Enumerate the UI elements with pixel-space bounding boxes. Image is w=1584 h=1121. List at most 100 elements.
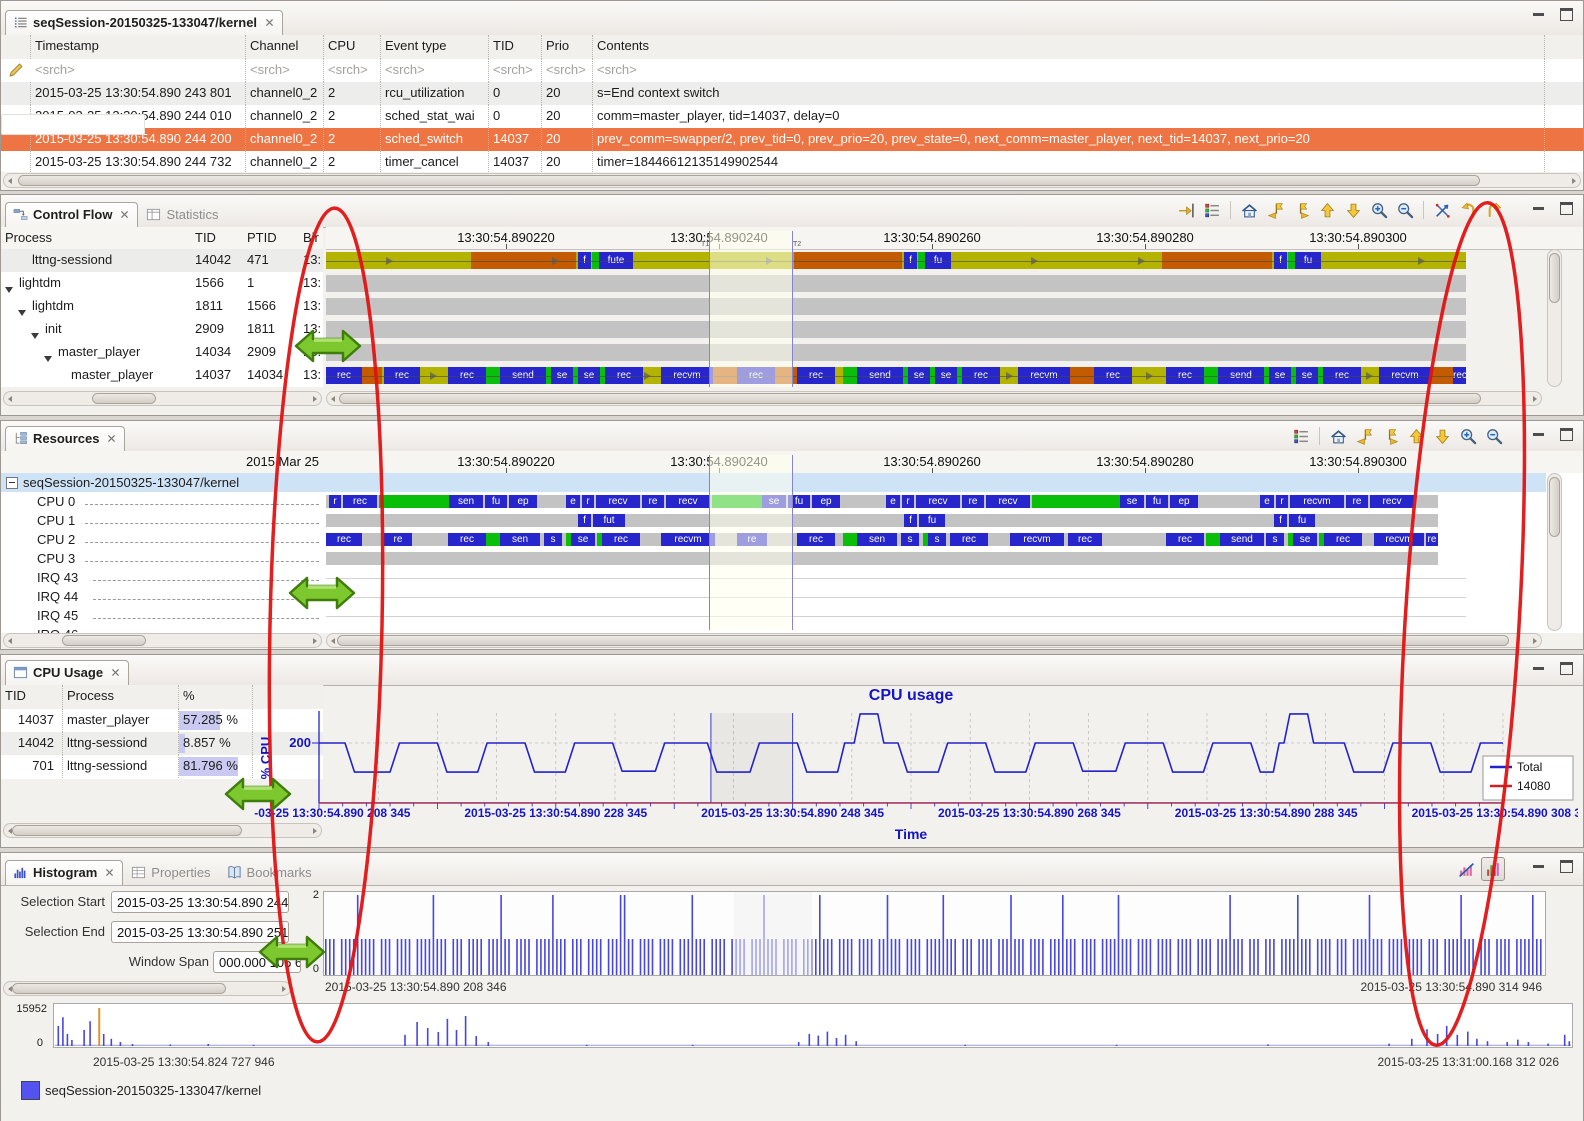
column-header[interactable]: TID xyxy=(1,685,63,709)
timeline-lane[interactable] xyxy=(326,609,1466,622)
minimize-icon[interactable] xyxy=(1533,9,1544,16)
horizontal-scrollbar[interactable] xyxy=(326,391,1542,406)
timeline-lane[interactable] xyxy=(326,590,1466,603)
horizontal-scrollbar[interactable] xyxy=(3,173,1581,188)
search-cell[interactable]: <srch> xyxy=(246,59,324,82)
horizontal-scrollbar[interactable] xyxy=(3,391,322,406)
move-down-button[interactable] xyxy=(1431,425,1453,447)
close-icon[interactable] xyxy=(106,433,117,444)
state-segment: re xyxy=(962,495,984,508)
close-icon[interactable] xyxy=(104,867,115,878)
timeline-lane[interactable]: recrerecsensserecrecvmrerecsenssrecrecvm… xyxy=(326,533,1466,546)
search-cell[interactable]: <srch> xyxy=(381,59,489,82)
state-segment: sen xyxy=(500,533,540,546)
resource-row[interactable]: IRQ 44 xyxy=(1,587,323,606)
timeline-lane[interactable] xyxy=(326,321,1466,338)
column-header[interactable]: Prio xyxy=(542,35,593,59)
search-cell[interactable]: <srch> xyxy=(542,59,593,82)
timeline-lane[interactable]: ffutffuffu xyxy=(326,514,1466,527)
column-header[interactable]: CPU xyxy=(324,35,381,59)
timeline-lane[interactable] xyxy=(326,275,1466,292)
tab-resources[interactable]: Resources xyxy=(5,426,125,451)
svg-text:Time: Time xyxy=(895,826,928,842)
resource-row[interactable]: IRQ 45 xyxy=(1,606,323,625)
timeline-lane[interactable] xyxy=(326,298,1466,315)
resource-row[interactable]: CPU 2 xyxy=(1,530,323,549)
hide-lost-events-button[interactable] xyxy=(1455,858,1477,880)
histogram-window-chart[interactable] xyxy=(323,891,1546,977)
timeline-lane[interactable]: recrecrecsendseserecrecvmrecrecsendseser… xyxy=(326,367,1466,384)
column-header[interactable]: Contents xyxy=(593,35,1545,59)
table-row[interactable]: 2015-03-25 13:30:54.890 244 010channel0_… xyxy=(1,105,1583,128)
search-cell[interactable]: <srch> xyxy=(31,59,246,82)
maximize-icon[interactable] xyxy=(1560,428,1573,441)
selection-start-input[interactable] xyxy=(111,891,289,913)
search-cell[interactable]: <srch> xyxy=(489,59,542,82)
zoom-out-button[interactable] xyxy=(1483,425,1505,447)
resource-row[interactable]: CPU 1 xyxy=(1,511,323,530)
resource-row[interactable]: IRQ 43 xyxy=(1,568,323,587)
search-cell[interactable]: <srch> xyxy=(593,59,1545,82)
resource-row[interactable]: IRQ 46 xyxy=(1,625,323,633)
column-header[interactable]: Channel xyxy=(246,35,324,59)
close-icon[interactable] xyxy=(110,667,121,678)
next-marker-button[interactable] xyxy=(1379,425,1401,447)
horizontal-scrollbar[interactable] xyxy=(3,633,322,648)
horizontal-scrollbar[interactable] xyxy=(3,981,291,996)
column-header[interactable]: Event type xyxy=(381,35,489,59)
column-header[interactable]: Timestamp xyxy=(31,35,246,59)
state-segment: f xyxy=(1274,514,1287,527)
timeline-lane[interactable]: rrecsenfueperrecvrerecvsefueperrecvrerec… xyxy=(326,495,1466,508)
histogram-full-range-chart[interactable] xyxy=(53,1003,1573,1049)
tab-properties[interactable]: Properties xyxy=(123,860,218,885)
histogram-tabstrip: Histogram Properties Bookmarks xyxy=(1,853,1583,886)
minimize-icon[interactable] xyxy=(1533,861,1544,868)
table-row[interactable]: 2015-03-25 13:30:54.890 244 200channel0_… xyxy=(1,128,1583,151)
minimize-icon[interactable] xyxy=(1533,663,1544,670)
trace-coloring-button[interactable] xyxy=(1481,857,1505,881)
show-legend-button[interactable] xyxy=(1290,425,1312,447)
collapse-icon[interactable] xyxy=(6,477,24,492)
resource-name: IRQ 43 xyxy=(37,570,78,585)
move-up-button[interactable] xyxy=(1405,425,1427,447)
zoom-in-button[interactable] xyxy=(1457,425,1479,447)
table-cell: 2015-03-25 13:30:54.890 244 732 xyxy=(31,151,246,172)
table-row[interactable]: 2015-03-25 13:30:54.890 244 732channel0_… xyxy=(1,151,1583,172)
events-view-panel: seqSession-20150325-133047/kernel Timest… xyxy=(0,0,1584,191)
previous-marker-button[interactable] xyxy=(1353,425,1375,447)
column-header[interactable]: % xyxy=(179,685,253,709)
minimize-icon[interactable] xyxy=(1533,429,1544,436)
timeline-lane[interactable] xyxy=(326,552,1466,565)
tab-events-editor[interactable]: seqSession-20150325-133047/kernel xyxy=(5,10,283,35)
vertical-scrollbar[interactable] xyxy=(1547,473,1562,631)
cpu-row-percent: 8.857 % xyxy=(179,732,253,755)
timeline-lane[interactable] xyxy=(326,344,1466,361)
state-segment: fu xyxy=(485,495,507,508)
tab-cpu-usage[interactable]: CPU Usage xyxy=(5,660,129,685)
table-row[interactable]: 2015-03-25 13:30:54.890 243 801channel0_… xyxy=(1,82,1583,105)
vertical-scrollbar[interactable] xyxy=(1547,249,1562,387)
axis-time-label: 13:30:54.890280 xyxy=(1096,454,1194,469)
tab-bookmarks[interactable]: Bookmarks xyxy=(219,860,320,885)
resource-row[interactable]: CPU 3 xyxy=(1,549,323,568)
column-header[interactable]: TID xyxy=(489,35,542,59)
selection-end-input[interactable] xyxy=(111,921,289,943)
home-button[interactable] xyxy=(1327,425,1349,447)
horizontal-scrollbar[interactable] xyxy=(326,633,1542,648)
maximize-icon[interactable] xyxy=(1560,8,1573,21)
close-icon[interactable] xyxy=(264,17,275,28)
maximize-icon[interactable] xyxy=(1560,662,1573,675)
table-cell: 20 xyxy=(542,105,593,128)
resource-row[interactable]: CPU 0 xyxy=(1,492,323,511)
maximize-icon[interactable] xyxy=(1560,860,1573,873)
column-header[interactable]: Process xyxy=(63,685,179,709)
search-cell[interactable]: <srch> xyxy=(324,59,381,82)
events-search-row[interactable]: <srch><srch><srch><srch><srch><srch><src… xyxy=(1,59,1583,83)
tab-histogram[interactable]: Histogram xyxy=(5,860,123,885)
cpu-row-process: lttng-sessiond xyxy=(63,755,179,778)
cpu-usage-chart[interactable]: CPU usage200% CPU2015-03-25 13:30:54.890… xyxy=(254,683,1578,847)
window-span-input[interactable] xyxy=(213,951,301,973)
trace-compass-workbench: seqSession-20150325-133047/kernel Timest… xyxy=(0,0,1584,1121)
timeline-lane[interactable]: ffuteffuffu xyxy=(326,252,1466,269)
timeline-lane[interactable] xyxy=(326,571,1466,584)
